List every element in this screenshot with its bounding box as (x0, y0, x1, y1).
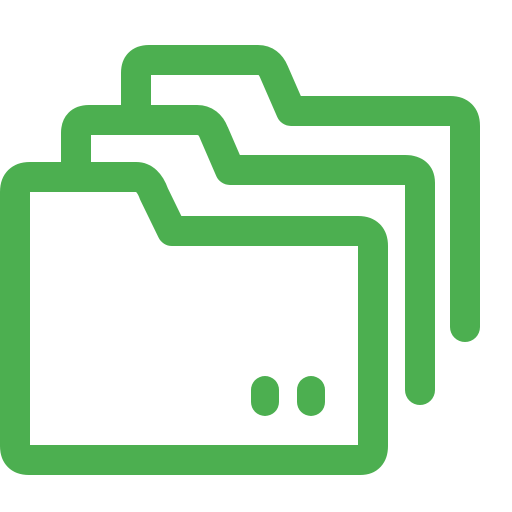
indicator-dot-left (251, 376, 279, 416)
stacked-folders-icon (0, 45, 480, 475)
front-folder-outline (0, 162, 388, 475)
icon-canvas (0, 0, 512, 512)
indicator-dot-right (297, 376, 325, 416)
